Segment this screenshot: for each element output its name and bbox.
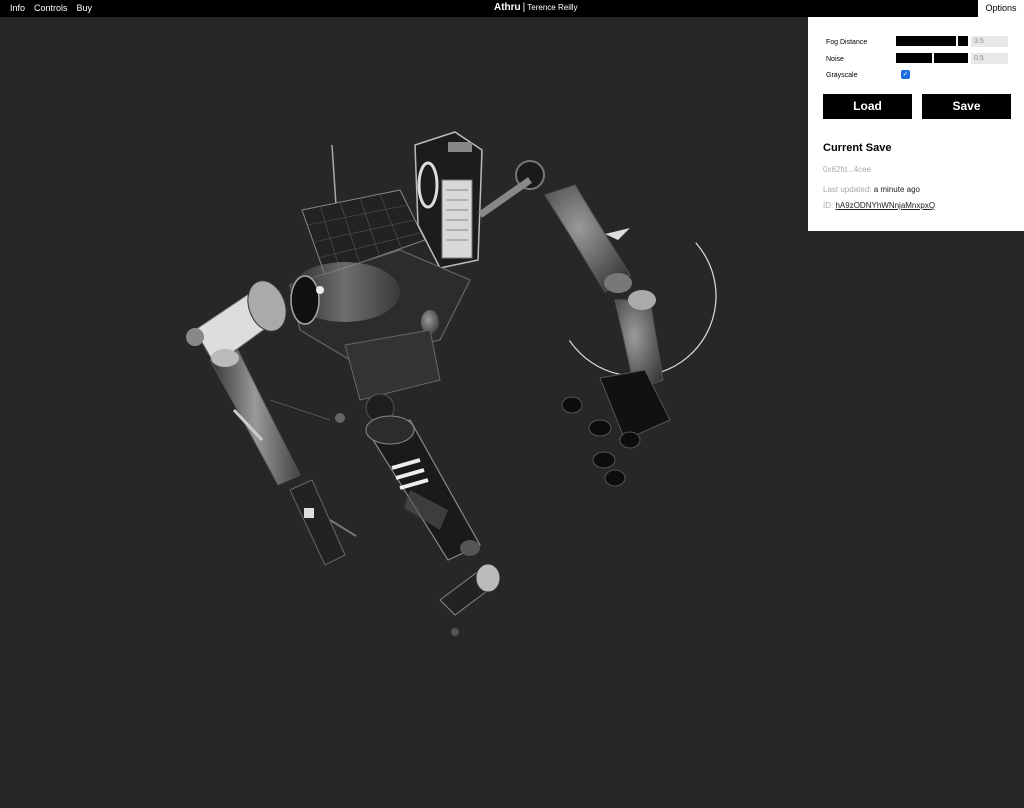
save-button[interactable]: Save [922,94,1011,119]
grayscale-checkbox[interactable]: ✓ [901,70,910,79]
noise-label: Noise [826,55,844,63]
last-updated-label: Last updated: [823,185,872,194]
noise-row: Noise [826,53,896,65]
fog-distance-row: Fog Distance [826,36,896,48]
save-hash: 0x62fd...4cee [823,165,872,174]
grayscale-row: Grayscale [826,69,896,81]
app-name: Athru [494,2,521,13]
nav-controls-link[interactable]: Controls [34,3,68,13]
title-separator: | [522,2,526,13]
load-button[interactable]: Load [823,94,912,119]
options-panel: Fog Distance 3.5 Noise 0.5 Grayscale ✓ L… [808,17,1024,231]
options-tab[interactable]: Options [978,0,1024,17]
current-save-title: Current Save [823,142,892,154]
top-bar: Info Controls Buy Athru | Terence Reilly O… [0,0,1024,17]
save-id-link[interactable]: hA9zODNYhWNnjaMnxpxQ [835,201,935,210]
nav-buy-link[interactable]: Buy [77,3,93,13]
grayscale-label: Grayscale [826,71,858,79]
save-id: ID: hA9zODNYhWNnjaMnxpxQ [823,201,935,210]
last-updated: Last updated: a minute ago [823,185,920,194]
nav-menu: Info Controls Buy [10,3,92,13]
fog-distance-slider-handle[interactable] [956,36,959,46]
noise-slider[interactable] [896,53,968,63]
app-title: Athru | Terence Reilly [494,2,578,13]
noise-slider-handle[interactable] [932,53,934,63]
noise-value[interactable]: 0.5 [971,53,1008,64]
fog-distance-slider[interactable] [896,36,968,46]
save-id-label: ID: [823,201,834,210]
last-updated-value: a minute ago [873,185,920,194]
fog-distance-value[interactable]: 3.5 [971,36,1008,47]
fog-distance-label: Fog Distance [826,38,868,46]
nav-info-link[interactable]: Info [10,3,25,13]
author-name: Terence Reilly [527,3,578,12]
